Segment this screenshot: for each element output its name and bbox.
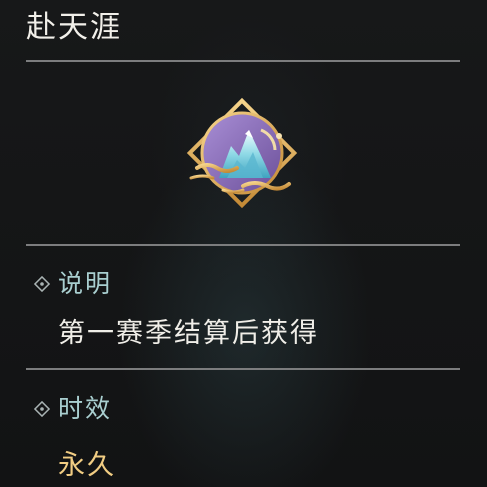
item-tooltip-panel: 赴天涯 说明 第一赛季结算后获得 时效 永久 [0,0,487,487]
validity-text: 永久 [58,450,116,481]
description-label: 说明 [58,269,113,298]
section-divider [26,368,460,370]
description-text: 第一赛季结算后获得 [58,318,319,349]
validity-header: 时效 [34,391,112,427]
item-title: 赴天涯 [26,10,122,45]
mountain-badge-icon [183,94,301,212]
icon-divider [26,244,460,246]
description-header: 说明 [34,266,112,302]
title-divider [26,60,460,62]
diamond-bullet-icon [34,401,50,417]
diamond-bullet-icon [34,276,50,292]
validity-label: 时效 [58,394,113,423]
